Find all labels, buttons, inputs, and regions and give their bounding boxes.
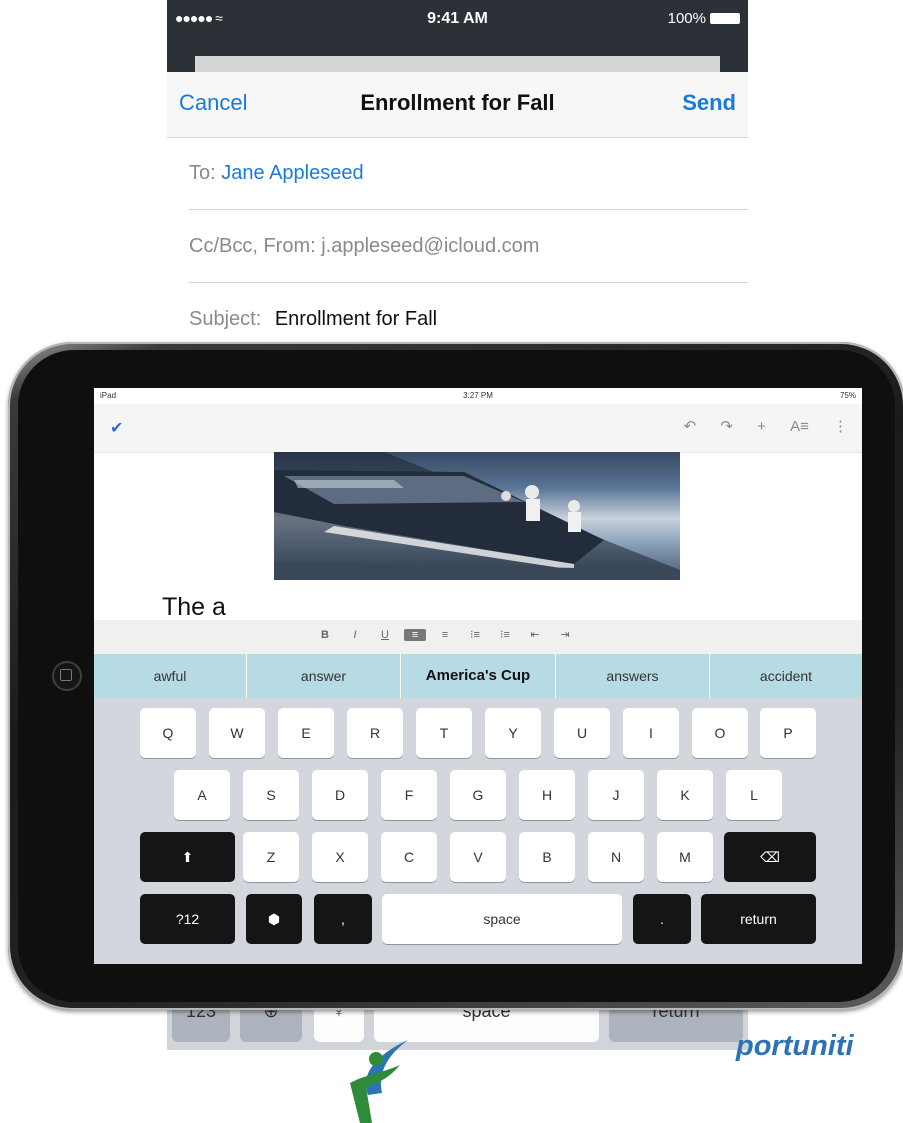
suggestion-americas-cup[interactable]: America's Cup bbox=[401, 654, 555, 698]
compose-title: Enrollment for Fall bbox=[360, 90, 555, 115]
checkmark-icon[interactable]: ✔ bbox=[110, 418, 123, 438]
key-y[interactable]: Y bbox=[485, 708, 541, 758]
ipad-time: 3:27 PM bbox=[463, 391, 493, 400]
cc-row: Cc/Bcc, From: j.appleseed@icloud.com bbox=[189, 235, 539, 258]
key-l[interactable]: L bbox=[726, 770, 782, 820]
key-e[interactable]: E bbox=[278, 708, 334, 758]
compose-nav-bar: Cancel Enrollment for Fall Send bbox=[167, 72, 748, 138]
key-f[interactable]: F bbox=[381, 770, 437, 820]
key-s[interactable]: S bbox=[243, 770, 299, 820]
period-key[interactable]: . bbox=[633, 894, 691, 944]
outdent-button[interactable]: ⇤ bbox=[524, 628, 546, 641]
brand-logo-icon bbox=[350, 1040, 408, 1123]
suggestion-awful[interactable]: awful bbox=[94, 654, 246, 698]
indent-button[interactable]: ⇥ bbox=[554, 628, 576, 641]
suggestion-bar: awful answer America's Cup answers accid… bbox=[94, 654, 862, 698]
divider bbox=[189, 282, 748, 283]
suggestion-answer[interactable]: answer bbox=[247, 654, 400, 698]
to-label: To: bbox=[189, 162, 216, 184]
backspace-key[interactable]: ⌫ bbox=[724, 832, 816, 882]
format-buttons: B I U ≡ ≡ ⁝≡ ⁝≡ ⇤ ⇥ bbox=[314, 628, 584, 641]
return-key[interactable]: return bbox=[701, 894, 816, 944]
sheet-backdrop bbox=[167, 47, 748, 72]
hide-keyboard-key[interactable]: ⬢ bbox=[246, 894, 302, 944]
status-battery: 100% bbox=[668, 10, 740, 27]
key-u[interactable]: U bbox=[554, 708, 610, 758]
shift-key[interactable]: ⬆ bbox=[140, 832, 235, 882]
key-i[interactable]: I bbox=[623, 708, 679, 758]
battery-percent: 100% bbox=[667, 10, 706, 27]
space-key[interactable]: space bbox=[382, 894, 622, 944]
phone-status-bar: ●●●●● ≈ 9:41 AM 100% bbox=[167, 0, 748, 47]
key-r[interactable]: R bbox=[347, 708, 403, 758]
undo-icon[interactable]: ↶ bbox=[684, 418, 697, 435]
send-button[interactable]: Send bbox=[682, 90, 736, 116]
add-icon[interactable]: + bbox=[757, 418, 766, 435]
underline-button[interactable]: U bbox=[374, 629, 396, 641]
format-bar: B I U ≡ ≡ ⁝≡ ⁝≡ ⇤ ⇥ bbox=[94, 620, 862, 654]
key-d[interactable]: D bbox=[312, 770, 368, 820]
to-field[interactable]: To: Jane Appleseed bbox=[167, 138, 748, 210]
key-p[interactable]: P bbox=[760, 708, 816, 758]
text-format-icon[interactable]: A≡ bbox=[790, 418, 809, 435]
to-recipient[interactable]: Jane Appleseed bbox=[221, 162, 363, 184]
bold-button[interactable]: B bbox=[314, 629, 336, 641]
home-button[interactable] bbox=[52, 661, 82, 691]
key-k[interactable]: K bbox=[657, 770, 713, 820]
key-z[interactable]: Z bbox=[243, 832, 299, 882]
editor-toolbar: ✔ ↶ ↷ + A≡ ⋮ bbox=[94, 404, 862, 453]
key-j[interactable]: J bbox=[588, 770, 644, 820]
battery-icon bbox=[710, 13, 740, 24]
subject-row: Subject: Enrollment for Fall bbox=[189, 308, 437, 331]
more-icon[interactable]: ⋮ bbox=[833, 418, 848, 435]
subject-label: Subject: bbox=[189, 308, 262, 330]
align-center-button[interactable]: ≡ bbox=[434, 629, 456, 641]
comma-key[interactable]: , bbox=[314, 894, 372, 944]
suggestion-accident[interactable]: accident bbox=[710, 654, 862, 698]
key-m[interactable]: M bbox=[657, 832, 713, 882]
status-time: 9:41 AM bbox=[427, 10, 488, 27]
italic-button[interactable]: I bbox=[344, 629, 366, 641]
sailboat-photo[interactable] bbox=[274, 452, 680, 580]
sailboat-image bbox=[274, 452, 680, 580]
key-a[interactable]: A bbox=[174, 770, 230, 820]
key-o[interactable]: O bbox=[692, 708, 748, 758]
key-c[interactable]: C bbox=[381, 832, 437, 882]
key-n[interactable]: N bbox=[588, 832, 644, 882]
key-t[interactable]: T bbox=[416, 708, 472, 758]
key-w[interactable]: W bbox=[209, 708, 265, 758]
key-h[interactable]: H bbox=[519, 770, 575, 820]
ipad-screen: iPad 3:27 PM 75% ✔ ↶ ↷ + A≡ ⋮ The a B I … bbox=[94, 388, 862, 964]
cc-from-field[interactable]: Cc/Bcc, From: j.appleseed@icloud.com bbox=[167, 211, 748, 283]
key-b[interactable]: B bbox=[519, 832, 575, 882]
from-address[interactable]: j.appleseed@icloud.com bbox=[321, 235, 539, 257]
toolbar-actions: ↶ ↷ + A≡ ⋮ bbox=[664, 417, 848, 435]
redo-icon[interactable]: ↷ bbox=[720, 418, 733, 435]
numbered-list-button[interactable]: ⁝≡ bbox=[494, 628, 516, 641]
suggestion-answers[interactable]: answers bbox=[556, 654, 709, 698]
ipad-battery: 75% bbox=[839, 391, 856, 400]
bullet-list-button[interactable]: ⁝≡ bbox=[464, 628, 486, 641]
divider bbox=[189, 209, 748, 210]
sheet-edge bbox=[195, 56, 720, 72]
key-x[interactable]: X bbox=[312, 832, 368, 882]
key-q[interactable]: Q bbox=[140, 708, 196, 758]
key-g[interactable]: G bbox=[450, 770, 506, 820]
numbers-key[interactable]: ?12 bbox=[140, 894, 235, 944]
ipad-status-bar: iPad 3:27 PM 75% bbox=[94, 388, 862, 404]
to-row: To: Jane Appleseed bbox=[189, 162, 364, 185]
cc-label: Cc/Bcc, From: bbox=[189, 235, 316, 257]
subject-value[interactable]: Enrollment for Fall bbox=[275, 308, 437, 330]
key-v[interactable]: V bbox=[450, 832, 506, 882]
align-left-button[interactable]: ≡ bbox=[404, 629, 426, 641]
brand-text: portuniti bbox=[736, 1030, 854, 1062]
document-body-text[interactable]: The a bbox=[162, 593, 226, 622]
ipad-keyboard: Q W E R T Y U I O P A S D F G H J K L ⬆ … bbox=[94, 698, 862, 964]
